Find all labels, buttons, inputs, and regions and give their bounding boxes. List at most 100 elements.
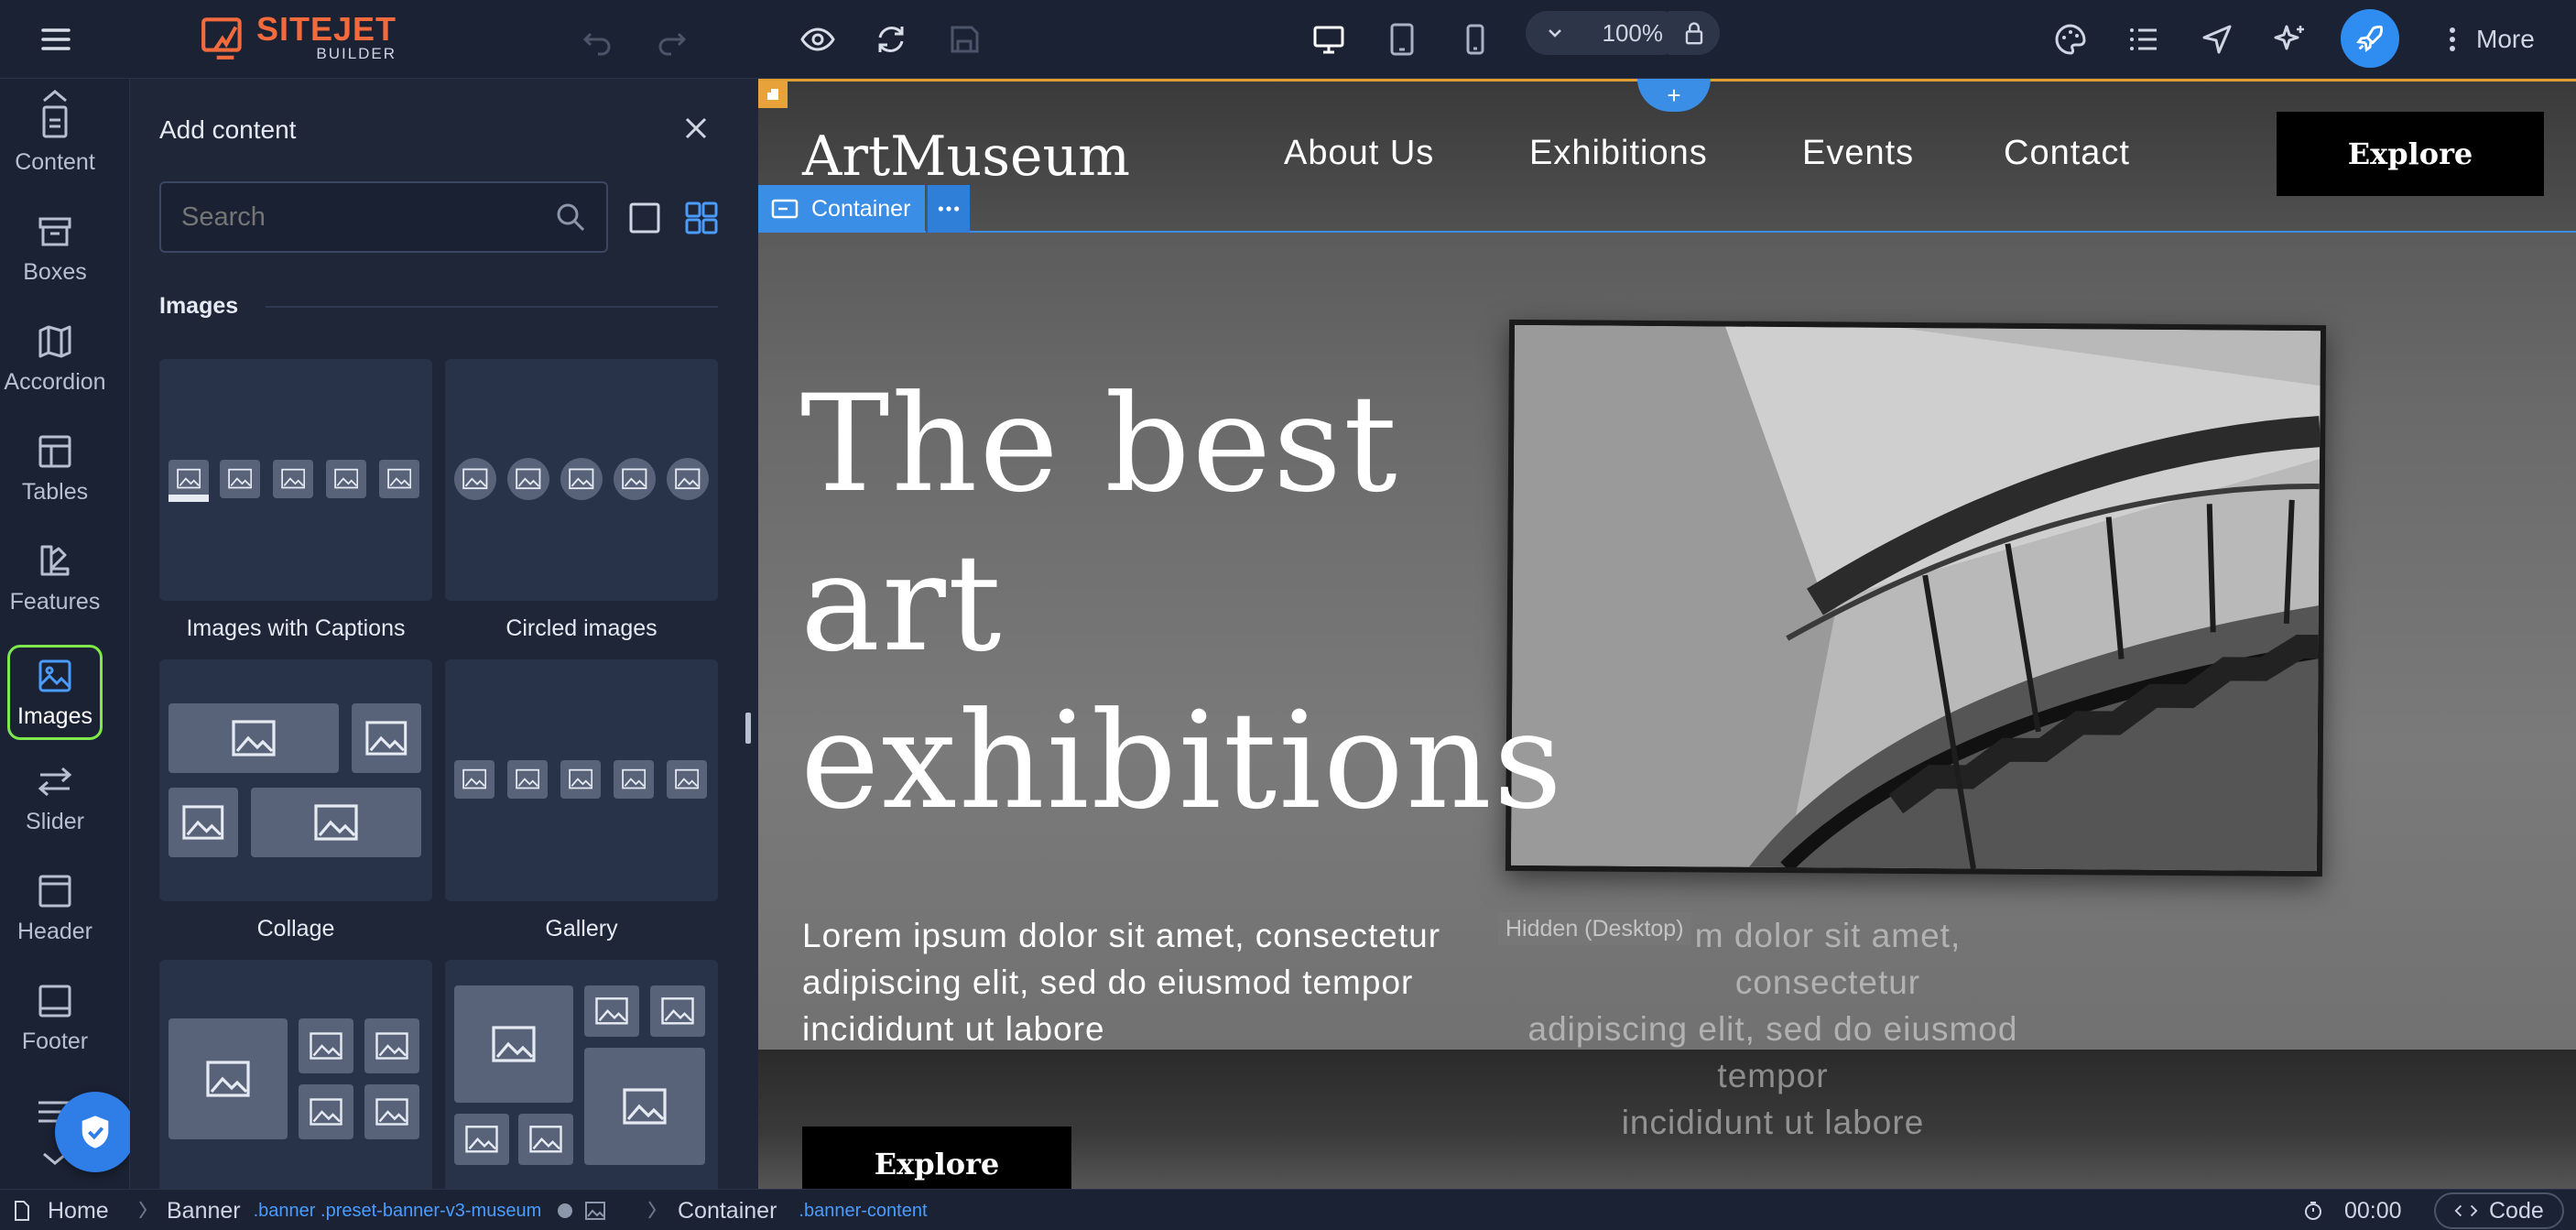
refresh-icon[interactable] <box>868 16 914 62</box>
rail-item-accordion[interactable]: Accordion <box>0 308 110 403</box>
image-placeholder-icon <box>454 985 573 1103</box>
navigation-icon[interactable] <box>2194 16 2240 62</box>
image-placeholder-icon <box>614 760 654 799</box>
rail-item-footer[interactable]: Footer <box>0 967 110 1062</box>
grid-view-icon[interactable] <box>685 201 718 234</box>
rail-item-header[interactable]: Header <box>0 857 110 952</box>
rail-item-slider[interactable]: Slider <box>0 747 110 843</box>
nav-events[interactable]: Events <box>1802 134 1914 173</box>
container-label-tag[interactable]: Container <box>758 185 926 233</box>
desktop-view-icon[interactable] <box>1306 16 1352 62</box>
publish-rocket-button[interactable] <box>2341 9 2399 68</box>
breadcrumb-container[interactable]: Container .banner-content <box>678 1197 928 1225</box>
image-placeholder-icon <box>454 760 495 799</box>
breadcrumb-banner-label: Banner <box>167 1197 241 1224</box>
nav-exhibitions[interactable]: Exhibitions <box>1529 134 1708 173</box>
stopwatch-icon <box>2305 1202 2321 1220</box>
accordion-icon <box>38 325 71 358</box>
hidden-desktop-badge: Hidden (Desktop) <box>1498 912 1691 945</box>
single-view-icon[interactable] <box>628 201 661 234</box>
undo-icon[interactable] <box>575 16 621 62</box>
breadcrumb-home[interactable]: Home <box>13 1197 109 1225</box>
list-icon[interactable] <box>2121 16 2167 62</box>
hero-headline-line3[interactable]: exhibitions <box>800 694 1564 828</box>
brand-sub: BUILDER <box>316 44 397 62</box>
image-placeholder-icon <box>251 788 421 857</box>
tile-masonry[interactable] <box>445 960 718 1189</box>
rail-item-tables[interactable]: Tables <box>0 418 110 513</box>
sitejet-logo-icon <box>201 17 242 60</box>
search-field[interactable] <box>181 201 555 233</box>
rail-item-content[interactable]: Content <box>0 88 110 183</box>
image-placeholder-icon <box>168 1018 288 1139</box>
container-options-dots-icon[interactable] <box>926 185 970 233</box>
rail-label: Footer <box>21 1029 89 1054</box>
more-label: More <box>2476 25 2535 53</box>
hero-explore-button[interactable]: Explore <box>802 1127 1071 1189</box>
tile-collage[interactable] <box>159 659 432 901</box>
search-input[interactable] <box>159 181 608 253</box>
breadcrumb-bar: Home Banner .banner .preset-banner-v3-mu… <box>0 1189 2576 1230</box>
breadcrumb-container-class: .banner-content <box>799 1200 928 1221</box>
save-icon[interactable] <box>941 16 987 62</box>
hero-headline-line2[interactable]: art <box>800 537 1004 670</box>
tile-label: Circled images <box>505 615 658 641</box>
container-label: Container <box>811 195 911 222</box>
content-icon <box>42 105 68 138</box>
breadcrumb-container-label: Container <box>678 1197 777 1224</box>
header-explore-label: Explore <box>2347 136 2473 171</box>
tile-gallery[interactable] <box>445 659 718 901</box>
zoom-dropdown[interactable]: 100% <box>1526 11 1683 55</box>
section-divider <box>266 306 718 308</box>
image-placeholder-icon <box>560 760 601 799</box>
slider-icon <box>38 767 72 797</box>
image-placeholder-icon <box>168 703 339 773</box>
ai-sparkle-icon[interactable] <box>2267 16 2313 62</box>
tile-images-with-captions[interactable] <box>159 359 432 601</box>
image-placeholder-icon <box>220 460 260 498</box>
tile-label: Collage <box>256 916 335 942</box>
code-button[interactable]: Code <box>2434 1192 2564 1229</box>
shield-check-icon <box>82 1116 109 1148</box>
more-menu-button[interactable]: More <box>2443 16 2535 62</box>
close-icon[interactable] <box>681 114 711 143</box>
features-icon <box>40 545 70 576</box>
tile-circled-images[interactable] <box>445 359 718 601</box>
redo-icon[interactable] <box>648 16 694 62</box>
rail-item-features[interactable]: Features <box>0 528 110 623</box>
hero-headline-line1[interactable]: The best <box>800 377 1399 511</box>
breadcrumb-banner-class: .banner .preset-banner-v3-museum <box>253 1200 542 1221</box>
preview-eye-icon[interactable] <box>795 16 841 62</box>
breadcrumb-banner[interactable]: Banner .banner .preset-banner-v3-museum <box>167 1197 606 1225</box>
lock-icon[interactable] <box>1668 11 1720 55</box>
image-placeholder-icon <box>168 460 209 498</box>
security-shield-button[interactable] <box>55 1092 136 1172</box>
hidden-body-line3: incididunt ut labore <box>1621 1104 1925 1141</box>
palette-icon[interactable] <box>2048 16 2093 62</box>
hamburger-menu-icon[interactable] <box>33 16 79 62</box>
breadcrumb-home-label: Home <box>48 1197 109 1224</box>
code-label: Code <box>2489 1197 2544 1224</box>
nav-about-us[interactable]: About Us <box>1284 134 1434 173</box>
header-icon <box>38 875 71 908</box>
tile-image-grid[interactable] <box>159 960 432 1189</box>
circle-image-placeholder-icon <box>560 458 603 500</box>
circle-image-placeholder-icon <box>667 458 709 500</box>
rail-item-boxes[interactable]: Boxes <box>0 198 110 293</box>
image-placeholder-icon <box>584 985 639 1037</box>
panel-resize-handle[interactable] <box>745 713 751 744</box>
nav-contact[interactable]: Contact <box>2004 134 2130 173</box>
header-explore-button[interactable]: Explore <box>2277 112 2544 196</box>
container-icon <box>771 199 799 219</box>
section-handle-icon[interactable] <box>758 81 788 108</box>
hero-body-text[interactable]: Lorem ipsum dolor sit amet, consectetur … <box>802 912 1516 1052</box>
tablet-view-icon[interactable] <box>1379 16 1425 62</box>
site-logo[interactable]: ArtMuseum <box>802 125 1130 189</box>
hidden-body-text[interactable]: m dolor sit amet, consectetur adipiscing… <box>1498 912 2048 1146</box>
site-preview-canvas[interactable]: ArtMuseum About Us Exhibitions Events Co… <box>758 79 2576 1189</box>
tile-label: Gallery <box>545 916 618 942</box>
sitejet-logo[interactable]: SITEJET BUILDER <box>200 9 397 64</box>
image-placeholder-icon <box>507 760 548 799</box>
mobile-view-icon[interactable] <box>1452 16 1498 62</box>
rail-item-images[interactable]: Images <box>7 645 103 740</box>
